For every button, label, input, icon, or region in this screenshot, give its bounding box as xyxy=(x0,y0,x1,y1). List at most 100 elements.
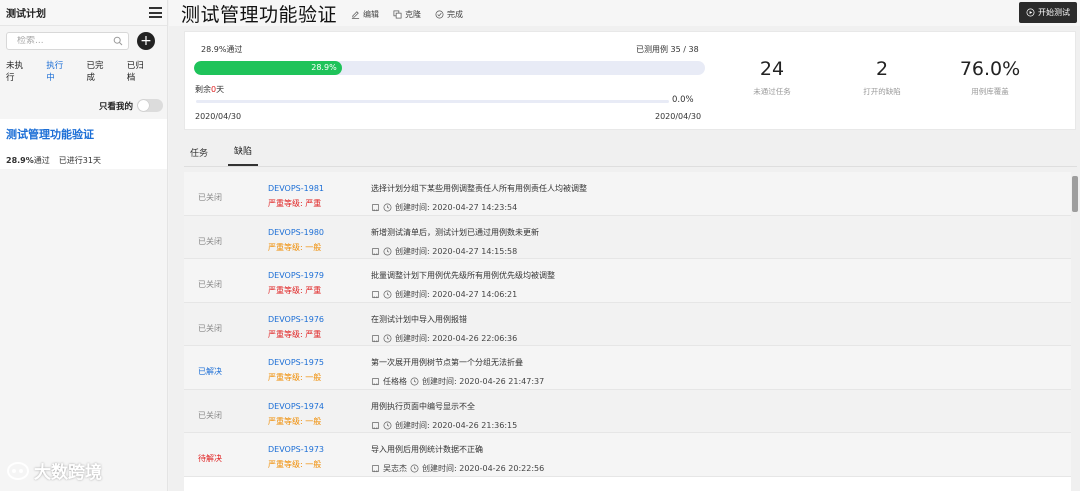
defect-row[interactable]: 待解决 DEVOPS-1973 严重等级: 一般 导入用例后用例统计数据不正确吴志杰 创… xyxy=(184,433,1071,477)
defect-status: 待解决 xyxy=(198,454,222,463)
status-tabs: 未执行 执行中 已完成 已归档 xyxy=(0,50,167,83)
plan-name: 测试管理功能验证 xyxy=(6,128,94,141)
check-icon xyxy=(435,10,444,19)
defect-created: 创建时间: 2020-04-27 14:06:21 xyxy=(395,290,518,299)
defect-meta: 创建时间: 2020-04-26 22:06:36 xyxy=(371,333,517,344)
user-icon xyxy=(371,421,380,429)
defect-id-link[interactable]: DEVOPS-1979 xyxy=(268,271,324,280)
complete-button[interactable]: 完成 xyxy=(435,9,463,20)
defect-created: 创建时间: 2020-04-26 22:06:36 xyxy=(395,333,518,343)
mine-only-toggle[interactable] xyxy=(137,99,163,112)
defect-status: 已关闭 xyxy=(198,280,222,289)
defect-assignee: 吴志杰 xyxy=(383,464,407,473)
defect-assignee: 任格格 xyxy=(383,377,407,386)
defect-created: 创建时间: 2020-04-26 20:22:56 xyxy=(422,464,545,473)
logo-icon xyxy=(7,461,29,480)
user-icon xyxy=(371,464,380,473)
page-title: 测试管理功能验证 xyxy=(181,3,338,26)
defect-severity: 严重等级: 一般 xyxy=(268,460,322,469)
defect-meta: 创建时间: 2020-04-27 14:15:58 xyxy=(371,246,517,257)
defect-id-link[interactable]: DEVOPS-1980 xyxy=(268,228,324,237)
play-icon xyxy=(1026,8,1035,17)
defect-title[interactable]: 批量调整计划下用例优先级所有用例优先级均被调整 xyxy=(371,270,555,281)
defect-severity: 严重等级: 严重 xyxy=(268,199,322,208)
user-icon xyxy=(371,377,380,386)
clock-icon xyxy=(410,377,419,386)
user-icon xyxy=(371,334,380,342)
defect-severity: 严重等级: 严重 xyxy=(268,329,322,339)
topbar: 测试管理功能验证 编辑 克隆 完成 开始测试 xyxy=(169,0,1080,26)
pass-progress-bar: 28.9% xyxy=(194,61,705,75)
defect-id-link[interactable]: DEVOPS-1981 xyxy=(268,184,324,193)
defect-id-link[interactable]: DEVOPS-1975 xyxy=(268,358,324,367)
defect-meta: 创建时间: 2020-04-26 21:36:15 xyxy=(371,420,517,431)
defect-title[interactable]: 新增测试清单后，测试计划已通过用例数未更新 xyxy=(371,227,539,238)
cases-count-label: 已测用例 35 / 38 xyxy=(636,45,699,54)
clock-icon xyxy=(383,203,392,212)
defect-row[interactable]: 已关闭 DEVOPS-1976 严重等级: 严重 在测试计划中导入用例报错 创建时间: … xyxy=(184,302,1071,346)
mine-only-label: 只看我的 xyxy=(98,101,133,112)
defect-id-link[interactable]: DEVOPS-1974 xyxy=(268,402,324,411)
search-input[interactable] xyxy=(17,36,113,46)
tab-tasks[interactable]: 任务 xyxy=(184,146,214,166)
tab-archived[interactable]: 已归档 xyxy=(127,59,152,83)
edit-button[interactable]: 编辑 xyxy=(351,9,379,20)
clock-icon xyxy=(383,334,392,342)
defect-row[interactable]: 已关闭 DEVOPS-1979 严重等级: 严重 批量调整计划下用例优先级所有用例优先… xyxy=(184,259,1071,303)
plan-card[interactable]: 测试管理功能验证 28.9%通过 已进行31天 xyxy=(0,119,167,169)
edit-icon xyxy=(351,11,360,19)
defect-severity: 严重等级: 一般 xyxy=(268,242,322,252)
pass-progress-fill: 28.9% xyxy=(194,61,342,75)
tab-not-started[interactable]: 未执行 xyxy=(6,59,31,83)
defect-row[interactable]: 已关闭 DEVOPS-1981 严重等级: 严重 选择计划分组下某些用例调整责任人所有… xyxy=(184,172,1071,216)
defect-created: 创建时间: 2020-04-26 21:47:37 xyxy=(422,377,545,386)
clone-icon xyxy=(393,10,402,19)
plan-elapsed: 已进行31天 xyxy=(58,156,101,165)
clock-icon xyxy=(383,247,392,255)
defect-created: 创建时间: 2020-04-27 14:23:54 xyxy=(395,203,518,212)
tab-completed[interactable]: 已完成 xyxy=(87,59,112,83)
defect-severity: 严重等级: 严重 xyxy=(268,286,322,295)
stat-coverage: 76.0% 用例库覆盖 xyxy=(959,58,1021,96)
defect-row[interactable]: 已解决 DEVOPS-1975 严重等级: 一般 第一次展开用例树节点第一个分组无法折… xyxy=(184,346,1071,390)
plan-pass-rate: 28.9%通过 xyxy=(6,156,50,165)
defect-severity: 严重等级: 一般 xyxy=(268,373,322,382)
defect-id-link[interactable]: DEVOPS-1976 xyxy=(268,315,324,324)
stats-card: 28.9%通过 已测用例 35 / 38 28.9% 剩余0天 0.0% 202… xyxy=(184,31,1076,130)
user-icon xyxy=(371,203,380,212)
clone-button[interactable]: 克隆 xyxy=(393,9,421,20)
end-date: 2020/04/30 xyxy=(655,112,702,121)
scrollbar[interactable] xyxy=(1072,176,1078,212)
start-test-button[interactable]: 开始测试 xyxy=(1019,2,1077,23)
defect-status: 已关闭 xyxy=(198,410,222,420)
defect-created: 创建时间: 2020-04-26 21:36:15 xyxy=(395,420,518,430)
defect-title[interactable]: 导入用例后用例统计数据不正确 xyxy=(371,444,483,455)
defect-title[interactable]: 选择计划分组下某些用例调整责任人所有用例责任人均被调整 xyxy=(371,183,587,194)
search-box[interactable] xyxy=(6,32,129,50)
start-date: 2020/04/30 xyxy=(195,112,242,121)
defect-title[interactable]: 在测试计划中导入用例报错 xyxy=(371,314,467,325)
user-icon xyxy=(371,290,380,299)
remaining-days: 剩余0天 xyxy=(195,85,225,94)
defect-row[interactable]: 已关闭 DEVOPS-1980 严重等级: 一般 新增测试清单后，测试计划已通过用例数… xyxy=(184,215,1071,259)
sidebar: 测试计划 + 未执行 执行中 已完成 已归档 只看我的 测试管理功能验证 28.… xyxy=(0,0,168,491)
tab-defects[interactable]: 缺陷 xyxy=(228,144,259,166)
defect-id-link[interactable]: DEVOPS-1973 xyxy=(268,445,324,454)
defect-row[interactable]: 已关闭 DEVOPS-1974 严重等级: 一般 用例执行页面中编号显示不全 创建时间:… xyxy=(184,389,1071,433)
time-progress-text: 0.0% xyxy=(672,95,694,105)
clock-icon xyxy=(410,464,419,473)
add-plan-button[interactable]: + xyxy=(137,32,155,50)
stat-open-defects: 2 打开的缺陷 xyxy=(863,58,901,96)
defect-title[interactable]: 第一次展开用例树节点第一个分组无法折叠 xyxy=(371,357,523,368)
defect-title[interactable]: 用例执行页面中编号显示不全 xyxy=(371,401,475,412)
clock-icon xyxy=(383,290,392,299)
footer-logo: 大数跨境 xyxy=(6,458,102,483)
time-progress-bar xyxy=(196,100,669,103)
defect-status: 已关闭 xyxy=(198,193,222,202)
menu-icon[interactable] xyxy=(149,7,162,18)
clock-icon xyxy=(383,421,392,429)
search-icon[interactable] xyxy=(113,36,123,46)
defect-status: 已关闭 xyxy=(198,236,222,246)
tab-in-progress[interactable]: 执行中 xyxy=(46,59,71,83)
defect-status: 已解决 xyxy=(198,367,222,376)
